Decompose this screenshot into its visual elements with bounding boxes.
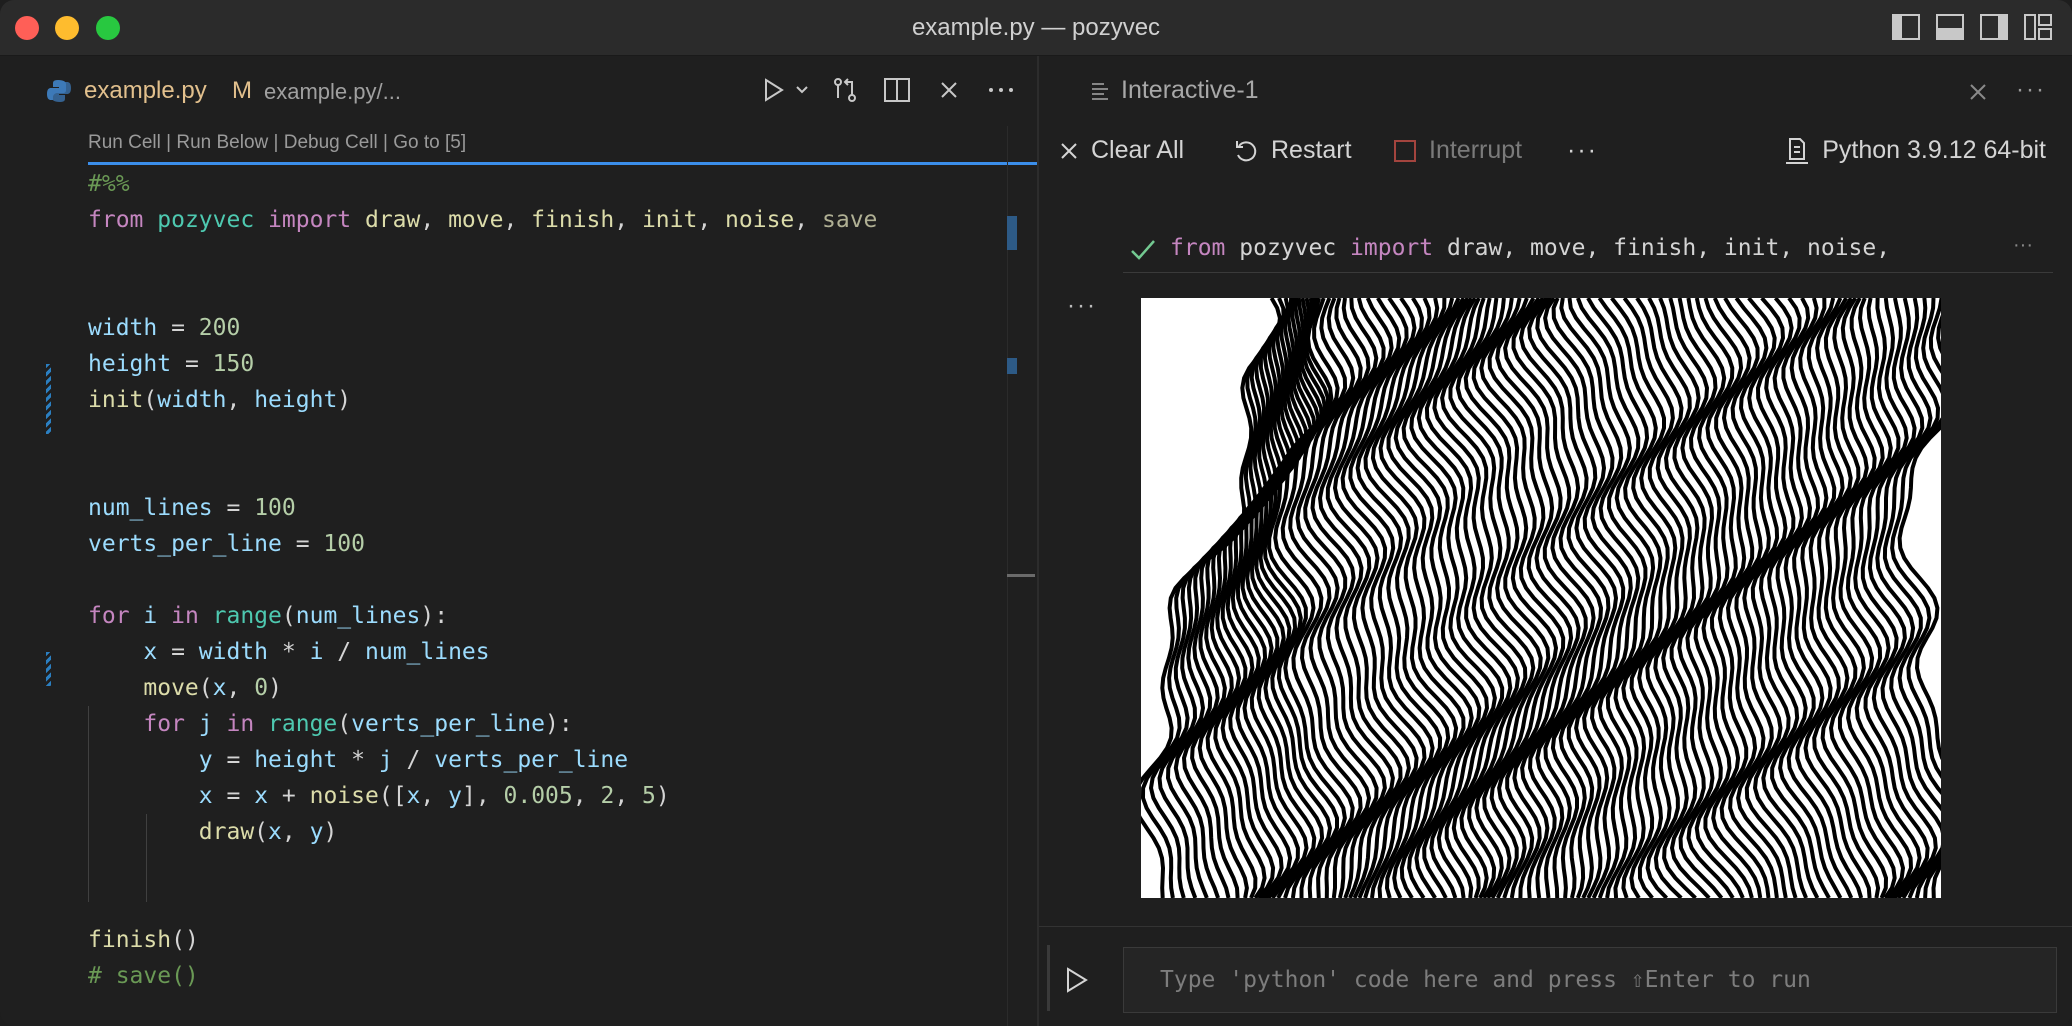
more-actions-icon[interactable] xyxy=(985,74,1017,106)
scrollbar-marker xyxy=(1007,216,1017,250)
cell-more-icon[interactable]: ··· xyxy=(2013,234,2033,257)
editor-tab-bar: example.py M example.py/... xyxy=(0,56,1037,126)
split-editor-icon[interactable] xyxy=(881,74,913,106)
code-line: # save() xyxy=(88,963,199,989)
toggle-panel-icon[interactable] xyxy=(1936,14,1964,40)
code-line: init(width, height) xyxy=(88,387,352,413)
code-line: for i in range(num_lines): xyxy=(88,603,449,629)
code-line: y = height * j / verts_per_line xyxy=(198,747,629,773)
cell-codelens[interactable]: Run Cell | Run Below | Debug Cell | Go t… xyxy=(88,132,466,154)
kernel-label: Python 3.9.12 64-bit xyxy=(1822,136,2046,164)
close-icon[interactable] xyxy=(1964,78,1992,106)
toggle-primary-sidebar-icon[interactable] xyxy=(1892,14,1920,40)
indent-guide xyxy=(146,814,147,902)
tab-path: example.py/... xyxy=(264,79,401,104)
run-input-icon[interactable] xyxy=(1061,965,1091,995)
executed-cell-header[interactable]: from pozyvec import draw, move, finish, … xyxy=(1123,232,2053,273)
close-icon[interactable] xyxy=(933,74,965,106)
interrupt-label: Interrupt xyxy=(1429,136,1523,164)
code-line: x = x + noise([x, y], 0.005, 2, 5) xyxy=(198,783,670,809)
code-line: #%% xyxy=(88,171,130,197)
code-line: num_lines = 100 xyxy=(88,495,296,521)
stop-icon xyxy=(1394,139,1416,162)
editor-pane: example.py M example.py/... Run Cell | R… xyxy=(0,56,1037,1026)
close-icon xyxy=(1061,142,1077,159)
output-image xyxy=(1141,298,1941,898)
chevron-down-icon[interactable] xyxy=(795,74,809,106)
gutter-change-marker xyxy=(46,364,51,434)
code-input-field[interactable] xyxy=(1124,948,2056,1012)
scrollbar-thumb[interactable] xyxy=(1007,574,1035,577)
python-file-icon xyxy=(46,78,72,104)
vscode-window: example.py — pozyvec example.py M exampl… xyxy=(0,0,2072,1026)
toolbar-more-button[interactable]: ··· xyxy=(1567,136,1598,165)
flow-lines-plot xyxy=(1141,298,1941,898)
executed-cell-code: from pozyvec import draw, move, finish, … xyxy=(1170,235,1891,261)
indent-guide xyxy=(88,706,89,902)
check-icon xyxy=(1129,236,1157,264)
code-line: finish() xyxy=(88,927,199,953)
active-cell-border xyxy=(88,162,1037,165)
code-line: move(x, 0) xyxy=(143,675,282,701)
kernel-icon xyxy=(1786,137,1809,164)
clear-all-label: Clear All xyxy=(1091,136,1185,164)
interactive-toolbar: Clear All Restart Interrupt ··· Python 3… xyxy=(1039,126,2072,182)
clear-all-button[interactable]: Clear All xyxy=(1059,136,1184,165)
restart-button[interactable]: Restart xyxy=(1233,136,1352,165)
interrupt-button[interactable]: Interrupt xyxy=(1393,136,1522,165)
code-line: width = 200 xyxy=(88,315,241,341)
code-line: for j in range(verts_per_line): xyxy=(143,711,573,737)
run-file-icon[interactable] xyxy=(757,74,789,106)
code-line: height = 150 xyxy=(88,351,255,377)
gutter-change-marker xyxy=(46,652,51,686)
more-actions-icon[interactable]: ··· xyxy=(2016,76,2046,104)
customize-layout-icon[interactable] xyxy=(2024,14,2052,40)
interactive-tab-title[interactable]: Interactive-1 xyxy=(1121,76,1259,105)
interactive-window: Interactive-1 ··· Clear All Restart Inte… xyxy=(1039,56,2072,1026)
scrollbar-marker xyxy=(1007,358,1017,374)
input-gutter xyxy=(1047,945,1050,1011)
code-line: verts_per_line = 100 xyxy=(88,531,365,557)
code-line: draw(x, y) xyxy=(198,819,338,845)
title-bar: example.py — pozyvec xyxy=(0,0,2072,56)
output-actions-icon[interactable]: ··· xyxy=(1067,292,1097,320)
interactive-input-area xyxy=(1039,926,2072,1026)
restart-icon xyxy=(1236,140,1257,161)
interactive-window-icon xyxy=(1091,82,1109,100)
open-changes-icon[interactable] xyxy=(829,74,861,106)
code-line: x = width * i / num_lines xyxy=(143,639,490,665)
tab-filename: example.py xyxy=(84,77,207,104)
window-title: example.py — pozyvec xyxy=(911,14,1161,41)
tab-modified-badge: M xyxy=(232,77,252,104)
code-line: from pozyvec import draw, move, finish, … xyxy=(88,207,878,233)
kernel-picker[interactable]: Python 3.9.12 64-bit xyxy=(1784,136,2046,165)
restart-label: Restart xyxy=(1271,136,1352,164)
toggle-secondary-sidebar-icon[interactable] xyxy=(1980,14,2008,40)
interactive-input-box[interactable] xyxy=(1123,947,2057,1013)
